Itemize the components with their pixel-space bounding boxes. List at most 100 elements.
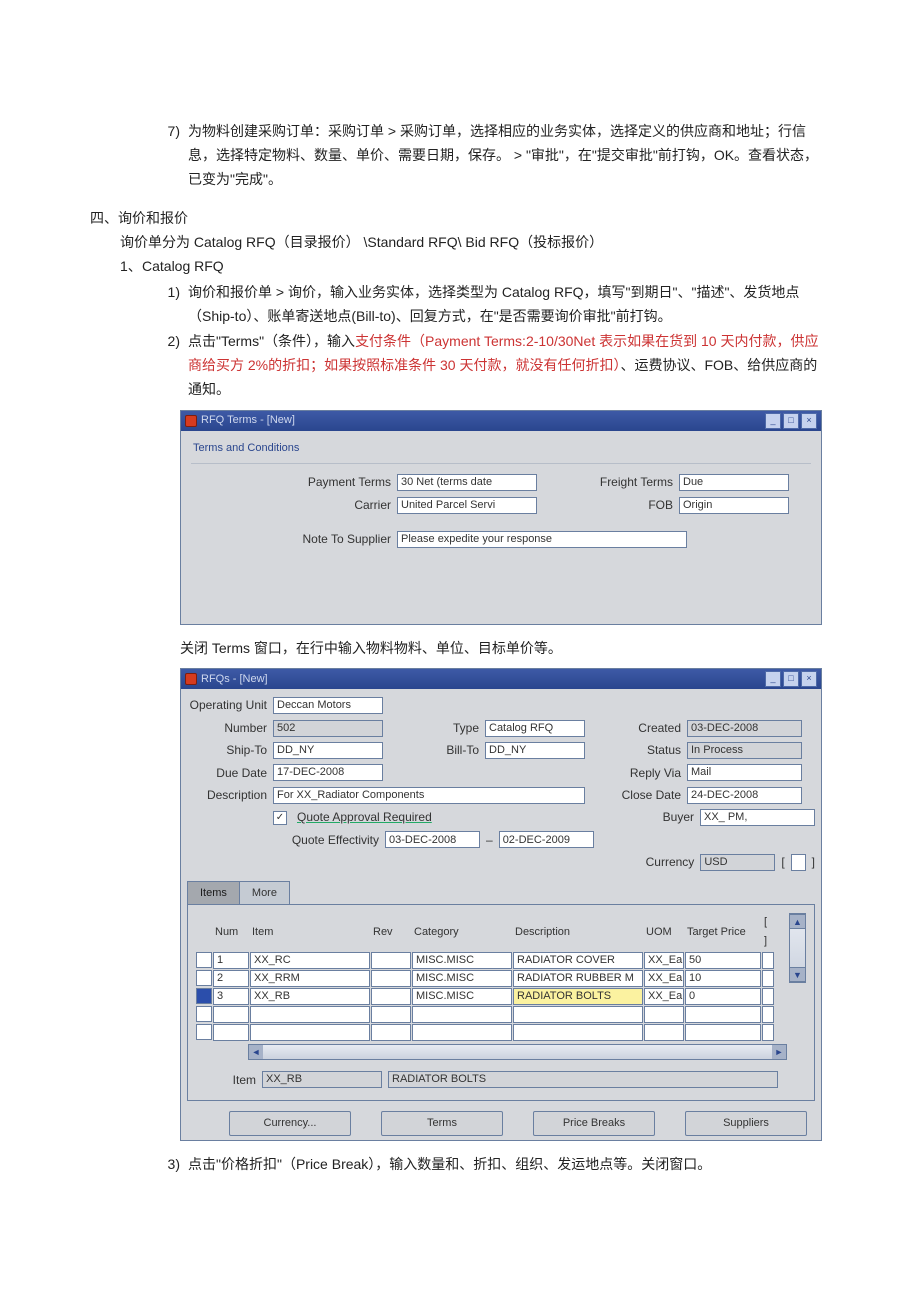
cell-flex[interactable] bbox=[762, 970, 774, 987]
cell-rev[interactable] bbox=[371, 1006, 411, 1023]
cell-category[interactable] bbox=[412, 1024, 512, 1041]
row-selector[interactable] bbox=[196, 952, 212, 968]
row-selector[interactable] bbox=[196, 970, 212, 986]
cell-description[interactable] bbox=[513, 1024, 643, 1041]
table-row[interactable] bbox=[196, 1024, 787, 1041]
operating-unit-field[interactable]: Deccan Motors bbox=[273, 697, 383, 714]
buyer-field[interactable]: XX_ PM, bbox=[700, 809, 815, 826]
scroll-left-icon[interactable]: ◄ bbox=[249, 1045, 263, 1059]
tab-items[interactable]: Items bbox=[187, 881, 240, 905]
col-item: Item bbox=[250, 923, 370, 942]
cell-target-price[interactable]: 10 bbox=[685, 970, 761, 987]
col-rev: Rev bbox=[371, 923, 411, 942]
cell-uom[interactable] bbox=[644, 1006, 684, 1023]
cell-target-price[interactable] bbox=[685, 1024, 761, 1041]
table-row[interactable] bbox=[196, 1006, 787, 1023]
step-2-pre: 点击"Terms"（条件），输入 bbox=[188, 333, 355, 349]
billto-field[interactable]: DD_NY bbox=[485, 742, 585, 759]
cell-uom[interactable]: XX_Ea bbox=[644, 970, 684, 987]
scroll-up-icon[interactable]: ▲ bbox=[790, 914, 805, 929]
flex-field[interactable] bbox=[791, 854, 806, 871]
cell-flex[interactable] bbox=[762, 1006, 774, 1023]
replyvia-field[interactable]: Mail bbox=[687, 764, 802, 781]
note-to-supplier-field[interactable]: Please expedite your response bbox=[397, 531, 687, 548]
table-row[interactable]: 1XX_RC MISC.MISCRADIATOR COVERXX_Ea50 bbox=[196, 952, 787, 969]
table-row[interactable]: 3XX_RB MISC.MISCRADIATOR BOLTSXX_Ea0 bbox=[196, 988, 787, 1005]
h-scrollbar[interactable]: ◄ ► bbox=[248, 1044, 787, 1060]
row-selector[interactable] bbox=[196, 1006, 212, 1022]
cell-flex[interactable] bbox=[762, 952, 774, 969]
col-category: Category bbox=[412, 923, 512, 942]
currency-button[interactable]: Currency... bbox=[229, 1111, 351, 1136]
item-bottom-desc: RADIATOR BOLTS bbox=[388, 1071, 778, 1088]
cell-num[interactable]: 2 bbox=[213, 970, 249, 987]
flex-bracket-close: ] bbox=[812, 852, 815, 872]
cell-rev[interactable] bbox=[371, 970, 411, 987]
close-icon[interactable]: × bbox=[801, 671, 817, 687]
cell-category[interactable] bbox=[412, 1006, 512, 1023]
payment-terms-field[interactable]: 30 Net (terms date bbox=[397, 474, 537, 491]
tab-more[interactable]: More bbox=[239, 881, 290, 905]
close-icon[interactable]: × bbox=[801, 413, 817, 429]
table-row[interactable]: 2XX_RRM MISC.MISCRADIATOR RUBBER MXX_Ea10 bbox=[196, 970, 787, 987]
cell-description[interactable] bbox=[513, 1006, 643, 1023]
duedate-field[interactable]: 17-DEC-2008 bbox=[273, 764, 383, 781]
freight-terms-field[interactable]: Due bbox=[679, 474, 789, 491]
minimize-icon[interactable]: _ bbox=[765, 671, 781, 687]
cell-category[interactable]: MISC.MISC bbox=[412, 988, 512, 1005]
cell-category[interactable]: MISC.MISC bbox=[412, 970, 512, 987]
freight-terms-label: Freight Terms bbox=[543, 472, 673, 492]
v-scrollbar[interactable]: ▲ ▼ bbox=[789, 913, 806, 983]
rfq-window: RFQs - [New] _ □ × Operating Unit Deccan… bbox=[180, 668, 822, 1140]
cell-num[interactable] bbox=[213, 1006, 249, 1023]
cell-item[interactable] bbox=[250, 1024, 370, 1041]
cell-target-price[interactable]: 50 bbox=[685, 952, 761, 969]
cell-num[interactable] bbox=[213, 1024, 249, 1041]
cell-uom[interactable]: XX_Ea bbox=[644, 988, 684, 1005]
cell-uom[interactable]: XX_Ea bbox=[644, 952, 684, 969]
cell-item[interactable]: XX_RC bbox=[250, 952, 370, 969]
cell-item[interactable] bbox=[250, 1006, 370, 1023]
shipto-field[interactable]: DD_NY bbox=[273, 742, 383, 759]
quote-eff-from-field[interactable]: 03-DEC-2008 bbox=[385, 831, 480, 848]
cell-item[interactable]: XX_RB bbox=[250, 988, 370, 1005]
closedate-field[interactable]: 24-DEC-2008 bbox=[687, 787, 802, 804]
window-titlebar[interactable]: RFQs - [New] _ □ × bbox=[181, 669, 821, 689]
step-2-text: 点击"Terms"（条件），输入支付条件（Payment Terms:2-10/… bbox=[188, 330, 830, 401]
step-7-marker: 7) bbox=[150, 120, 188, 191]
cell-description[interactable]: RADIATOR BOLTS bbox=[513, 988, 643, 1005]
row-selector[interactable] bbox=[196, 1024, 212, 1040]
terms-button[interactable]: Terms bbox=[381, 1111, 503, 1136]
catalog-title: Catalog RFQ bbox=[142, 255, 830, 279]
cell-num[interactable]: 3 bbox=[213, 988, 249, 1005]
description-field[interactable]: For XX_Radiator Components bbox=[273, 787, 585, 804]
cell-num[interactable]: 1 bbox=[213, 952, 249, 969]
type-field[interactable]: Catalog RFQ bbox=[485, 720, 585, 737]
cell-category[interactable]: MISC.MISC bbox=[412, 952, 512, 969]
scroll-right-icon[interactable]: ► bbox=[772, 1045, 786, 1059]
carrier-field[interactable]: United Parcel Servi bbox=[397, 497, 537, 514]
cell-target-price[interactable]: 0 bbox=[685, 988, 761, 1005]
cell-rev[interactable] bbox=[371, 988, 411, 1005]
cell-rev[interactable] bbox=[371, 952, 411, 969]
maximize-icon[interactable]: □ bbox=[783, 413, 799, 429]
scroll-down-icon[interactable]: ▼ bbox=[790, 967, 805, 982]
cell-item[interactable]: XX_RRM bbox=[250, 970, 370, 987]
minimize-icon[interactable]: _ bbox=[765, 413, 781, 429]
row-selector[interactable] bbox=[196, 988, 212, 1004]
window-titlebar[interactable]: RFQ Terms - [New] _ □ × bbox=[181, 411, 821, 431]
cell-description[interactable]: RADIATOR COVER bbox=[513, 952, 643, 969]
suppliers-button[interactable]: Suppliers bbox=[685, 1111, 807, 1136]
cell-flex[interactable] bbox=[762, 988, 774, 1005]
maximize-icon[interactable]: □ bbox=[783, 671, 799, 687]
quote-approval-checkbox[interactable]: ✓ bbox=[273, 811, 287, 825]
fob-field[interactable]: Origin bbox=[679, 497, 789, 514]
cell-rev[interactable] bbox=[371, 1024, 411, 1041]
cell-description[interactable]: RADIATOR RUBBER M bbox=[513, 970, 643, 987]
step-3-text: 点击"价格折扣"（Price Break），输入数量和、折扣、组织、发运地点等。… bbox=[188, 1153, 830, 1177]
cell-uom[interactable] bbox=[644, 1024, 684, 1041]
cell-target-price[interactable] bbox=[685, 1006, 761, 1023]
cell-flex[interactable] bbox=[762, 1024, 774, 1041]
quote-eff-to-field[interactable]: 02-DEC-2009 bbox=[499, 831, 594, 848]
price-breaks-button[interactable]: Price Breaks bbox=[533, 1111, 655, 1136]
